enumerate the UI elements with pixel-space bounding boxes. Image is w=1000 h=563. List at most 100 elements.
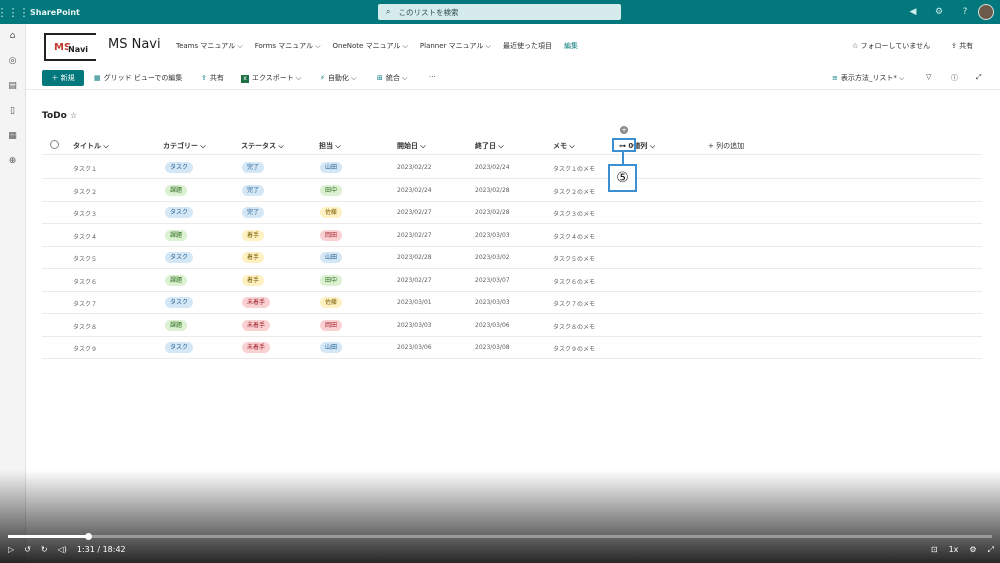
status-pill: 未着手 bbox=[242, 297, 271, 308]
app-name[interactable]: SharePoint bbox=[30, 8, 80, 17]
favorite-star-icon[interactable]: ☆ bbox=[70, 111, 77, 120]
start-date: 2023/02/28 bbox=[397, 254, 432, 261]
task-title[interactable]: タスク３ bbox=[73, 209, 97, 218]
list-row[interactable]: タスク１ タスク 完了 山田 2023/02/22 2023/02/24 タスク１のメモ bbox=[42, 157, 982, 179]
column-header-start-date[interactable]: 開始日 ⌵ bbox=[397, 141, 426, 151]
insert-column-icon[interactable]: + bbox=[620, 126, 628, 134]
grid-icon: ▦ bbox=[94, 74, 101, 82]
forward-icon[interactable]: ↻ bbox=[41, 545, 48, 554]
task-title[interactable]: タスク８ bbox=[73, 322, 97, 331]
memo: タスク８のメモ bbox=[553, 323, 596, 331]
fullscreen-player-icon[interactable]: ⤢ bbox=[988, 545, 994, 555]
suite-bar: ⋮⋮⋮ SharePoint ⌕ このリストを検索 ◀ ⚙ ? bbox=[0, 0, 1000, 24]
column-header-end-date[interactable]: 終了日 ⌵ bbox=[475, 141, 504, 151]
avatar[interactable] bbox=[978, 4, 994, 20]
start-date: 2023/03/01 bbox=[397, 299, 432, 306]
status-pill: 完了 bbox=[242, 184, 265, 196]
new-button[interactable]: ＋ 新規 bbox=[42, 70, 84, 86]
column-header-memo[interactable]: メモ ⌵ bbox=[553, 141, 575, 151]
search-input[interactable]: ⌕ このリストを検索 bbox=[378, 4, 621, 20]
info-icon[interactable]: ⓘ bbox=[951, 73, 958, 83]
filter-icon[interactable]: ▽ bbox=[926, 73, 931, 81]
start-date: 2023/03/03 bbox=[397, 321, 432, 329]
help-icon[interactable]: ? bbox=[952, 7, 978, 17]
list-row[interactable]: タスク７ タスク 未着手 佐藤 2023/03/01 2023/03/03 タスク７のメモ bbox=[42, 292, 982, 314]
volume-icon[interactable]: ◁) bbox=[58, 545, 67, 554]
grid-edit-label: グリッド ビューでの編集 bbox=[103, 74, 183, 82]
progress-knob[interactable] bbox=[84, 533, 92, 540]
nav-forms[interactable]: Forms マニュアル ⌵ bbox=[255, 41, 321, 51]
captions-icon[interactable]: ⊡ bbox=[931, 545, 938, 555]
integrate-button[interactable]: ⊞ 統合 ⌵ bbox=[377, 73, 407, 83]
task-title[interactable]: タスク７ bbox=[73, 299, 97, 308]
end-date: 2023/03/03 bbox=[475, 231, 510, 239]
nav-planner[interactable]: Planner マニュアル ⌵ bbox=[420, 41, 491, 51]
follow-button[interactable]: ☆ フォローしていません bbox=[852, 41, 930, 51]
task-title[interactable]: タスク９ bbox=[73, 344, 97, 353]
flow-icon: ⚡ bbox=[320, 74, 325, 82]
play-icon[interactable]: ▷ bbox=[8, 545, 14, 554]
grid-edit-button[interactable]: ▦ グリッド ビューでの編集 bbox=[94, 73, 182, 83]
task-title[interactable]: タスク４ bbox=[73, 232, 97, 241]
site-logo[interactable]: MS Navi bbox=[44, 33, 96, 61]
column-header-category[interactable]: カテゴリー ⌵ bbox=[163, 141, 206, 151]
share-label: 共有 bbox=[209, 74, 224, 82]
list-row[interactable]: タスク３ タスク 完了 佐藤 2023/02/27 2023/02/28 タスク３のメモ bbox=[42, 202, 982, 224]
list-icon[interactable]: ▦ bbox=[0, 124, 25, 149]
start-date: 2023/02/22 bbox=[397, 164, 432, 171]
list-row[interactable]: タスク４ 課題 着手 岡田 2023/02/27 2023/03/03 タスク４のメモ bbox=[42, 225, 982, 247]
nav-teams[interactable]: Teams マニュアル ⌵ bbox=[176, 41, 243, 51]
site-share-button[interactable]: ⇪ 共有 bbox=[951, 41, 973, 51]
view-switcher[interactable]: ≡ 表示方法_リスト* ⌵ bbox=[832, 73, 904, 83]
speed-button[interactable]: 1x bbox=[949, 545, 959, 555]
list-row[interactable]: タスク９ タスク 未着手 山田 2023/03/06 2023/03/08 タスク９のメモ bbox=[42, 337, 982, 359]
task-title[interactable]: タスク２ bbox=[73, 187, 97, 196]
select-all-radio[interactable] bbox=[50, 140, 59, 149]
task-title[interactable]: タスク６ bbox=[73, 277, 97, 286]
column-header-status[interactable]: ステータス ⌵ bbox=[241, 141, 284, 151]
player-gradient bbox=[0, 470, 1000, 563]
share-button[interactable]: ⇪ 共有 bbox=[201, 73, 224, 83]
news-icon[interactable]: ▤ bbox=[0, 74, 25, 99]
megaphone-icon[interactable]: ◀ bbox=[900, 7, 926, 17]
app-launcher-icon[interactable]: ⋮⋮⋮ bbox=[0, 0, 30, 24]
site-title[interactable]: MS Navi bbox=[108, 37, 161, 52]
category-pill: タスク bbox=[165, 162, 194, 173]
status-pill: 完了 bbox=[242, 162, 265, 173]
site-share-label: 共有 bbox=[959, 42, 974, 50]
progress-bar[interactable] bbox=[8, 533, 992, 540]
list-title: ToDo bbox=[42, 111, 67, 121]
column-header-title[interactable]: タイトル ⌵ bbox=[73, 141, 109, 151]
category-pill: 課題 bbox=[165, 229, 188, 241]
status-pill: 着手 bbox=[242, 274, 265, 286]
status-pill: 未着手 bbox=[242, 319, 271, 331]
document-icon[interactable]: ▯ bbox=[0, 99, 25, 124]
end-date: 2023/02/28 bbox=[475, 186, 510, 194]
list-row[interactable]: タスク８ 課題 未着手 岡田 2023/03/03 2023/03/06 タスク８のメモ bbox=[42, 315, 982, 337]
integrate-label: 統合 ⌵ bbox=[385, 74, 408, 82]
nav-recent[interactable]: 最近使った項目 bbox=[503, 41, 552, 51]
list-row[interactable]: タスク２ 課題 完了 田中 2023/02/24 2023/02/28 タスク２のメモ bbox=[42, 180, 982, 202]
start-date: 2023/02/27 bbox=[397, 209, 432, 216]
rewind-icon[interactable]: ↺ bbox=[24, 545, 31, 554]
fullscreen-icon[interactable]: ⤢ bbox=[976, 73, 982, 82]
add-column-button[interactable]: + 列の追加 bbox=[708, 141, 744, 151]
create-icon[interactable]: ⊕ bbox=[0, 149, 25, 174]
task-title[interactable]: タスク５ bbox=[73, 254, 97, 263]
settings-icon[interactable]: ⚙ bbox=[969, 545, 976, 555]
time-display: 1:31 / 18:42 bbox=[76, 545, 126, 554]
gear-icon[interactable]: ⚙ bbox=[926, 7, 952, 17]
nav-onenote[interactable]: OneNote マニュアル ⌵ bbox=[333, 41, 408, 51]
end-date: 2023/03/08 bbox=[475, 344, 510, 351]
export-button[interactable]: x エクスポート ⌵ bbox=[241, 73, 301, 83]
home-icon[interactable]: ⌂ bbox=[0, 24, 25, 49]
list-row[interactable]: タスク５ タスク 着手 山田 2023/02/28 2023/03/02 タスク５のメモ bbox=[42, 247, 982, 269]
task-title[interactable]: タスク１ bbox=[73, 164, 97, 173]
category-pill: タスク bbox=[165, 207, 194, 218]
list-row[interactable]: タスク６ 課題 着手 田中 2023/02/27 2023/03/07 タスク６のメモ bbox=[42, 270, 982, 292]
column-header-owner[interactable]: 担当 ⌵ bbox=[319, 141, 341, 151]
automate-button[interactable]: ⚡ 自動化 ⌵ bbox=[320, 73, 356, 83]
globe-icon[interactable]: ◎ bbox=[0, 49, 25, 74]
nav-edit-link[interactable]: 編集 bbox=[564, 41, 578, 51]
more-button[interactable]: ··· bbox=[429, 73, 436, 81]
